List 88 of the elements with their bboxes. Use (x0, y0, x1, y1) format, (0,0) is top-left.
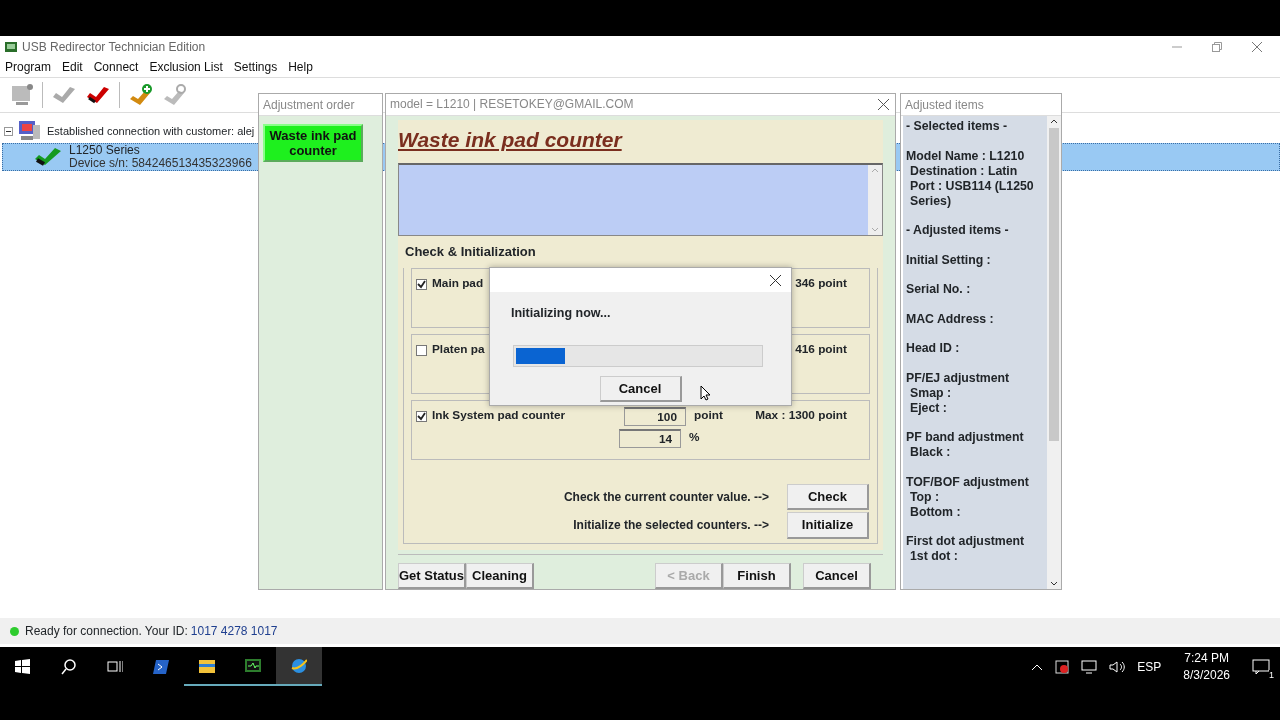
computer-icon[interactable] (10, 83, 34, 107)
scroll-up-icon[interactable] (1050, 119, 1058, 124)
scroll-down-icon[interactable] (1050, 581, 1058, 586)
item-line: MAC Address : (906, 311, 995, 327)
action-hint: Check the current counter value. --> (563, 488, 769, 506)
notification-count: 1 (1269, 669, 1274, 680)
group-label: Check & Initialization (405, 243, 537, 261)
footer-button[interactable]: Cancel (803, 562, 871, 589)
item-line: Serial No. : (906, 282, 972, 297)
item-line: Model Name : L1210 (906, 148, 1026, 164)
dialog-title: model = L1210 | RESETOKEY@GMAIL.COM (390, 96, 634, 114)
item-line: Eject : (909, 400, 948, 416)
cursor-icon (700, 385, 711, 401)
checkbox[interactable] (416, 344, 427, 356)
shield-icon[interactable] (1055, 659, 1070, 674)
clock-time: 7:24 PM (1183, 649, 1230, 667)
app-icon (5, 41, 17, 52)
checkbox[interactable] (416, 410, 427, 422)
action-hint: Initialize the selected counters. --> (573, 517, 769, 535)
menu-item[interactable]: Settings (233, 58, 278, 76)
action-button[interactable]: Check (787, 483, 869, 510)
item-line: Destination : Latin (909, 163, 1019, 179)
menu-item[interactable]: Edit (62, 58, 83, 76)
counter-reading: 416 point (795, 341, 848, 359)
footer-button[interactable]: Cleaning (466, 562, 534, 589)
item-line: Smap : (909, 385, 952, 401)
item-line: Head ID : (906, 341, 961, 356)
unit-label: % (689, 429, 700, 447)
counter-reading: Max : 1300 point (755, 407, 848, 425)
check-icon (417, 411, 426, 421)
item-line: - Selected items - (906, 119, 1009, 134)
footer-button[interactable]: Get Status (398, 562, 466, 589)
percent-field: 14 (619, 428, 681, 448)
windows-logo-icon[interactable] (15, 658, 31, 675)
item-line: Initial Setting : (906, 252, 992, 268)
device-serial: Device s/n: 584246513435323966 (69, 157, 252, 170)
clock-date: 8/3/2026 (1183, 666, 1230, 684)
connection-id: 1017 4278 1017 (190, 623, 278, 640)
chevron-up-icon[interactable] (1031, 662, 1044, 671)
speaker-icon[interactable] (1109, 659, 1126, 674)
item-line: PF/EJ adjustment (906, 370, 1011, 386)
connection-label: Established connection with customer: alej (47, 123, 255, 139)
page-heading: Waste ink pad counter (398, 126, 624, 153)
item-line: Bottom : (909, 504, 962, 520)
action-button[interactable]: Initialize (787, 512, 869, 539)
menu-item[interactable]: Connect (93, 58, 139, 76)
task-view-icon[interactable] (107, 658, 123, 675)
counter-field: 100 (624, 406, 686, 426)
notification-icon[interactable] (1252, 659, 1270, 676)
restore-icon[interactable] (1212, 41, 1222, 52)
collapse-icon[interactable] (4, 126, 13, 136)
cancel-button[interactable]: Cancel (599, 375, 682, 403)
menu-item[interactable]: Program (5, 58, 51, 76)
item-line: PF band adjustment (906, 430, 1025, 445)
menu-item[interactable]: Help (288, 58, 313, 76)
counter-label: Ink System pad counter (432, 407, 567, 425)
checkbox[interactable] (416, 278, 427, 290)
item-line: 1st dot : (909, 549, 959, 564)
terminal-icon[interactable] (153, 658, 169, 675)
close-icon[interactable] (878, 98, 889, 110)
item-line: Port : USB114 (L1250 Series) (909, 178, 1035, 209)
language-indicator[interactable]: ESP (1137, 657, 1162, 676)
menu-item[interactable]: Exclusion List (149, 58, 223, 76)
network-icon[interactable] (1081, 659, 1098, 674)
search-icon[interactable] (61, 658, 77, 675)
unit-label: point (694, 407, 724, 425)
order-step-button[interactable]: Waste ink pad counter (263, 124, 363, 162)
window-title: USB Redirector Technician Edition (22, 38, 206, 56)
folder-icon[interactable] (199, 657, 215, 674)
globe-icon[interactable] (291, 657, 307, 674)
monitor-icon[interactable] (245, 657, 261, 674)
item-line: Black : (909, 445, 952, 460)
counter-reading: 346 point (795, 275, 848, 293)
status-text: Ready for connection. Your ID: (25, 623, 188, 640)
item-line: TOF/BOF adjustment (906, 474, 1030, 490)
item-line: Top : (909, 489, 941, 505)
computer-icon (18, 120, 42, 142)
item-line: First dot adjustment (906, 534, 1026, 549)
panel-title: Adjustment order (259, 94, 382, 116)
counter-label: Main pad (432, 275, 485, 293)
counter-label: Platen pa (432, 341, 486, 359)
item-line: - Adjusted items - (906, 223, 1010, 238)
progress-message: Initializing now... (511, 305, 611, 322)
scrollbar[interactable] (1047, 116, 1061, 589)
footer-button[interactable]: Finish (723, 562, 791, 589)
device-name: L1250 Series (69, 144, 141, 157)
close-icon[interactable] (770, 274, 781, 286)
check-icon (417, 279, 426, 289)
